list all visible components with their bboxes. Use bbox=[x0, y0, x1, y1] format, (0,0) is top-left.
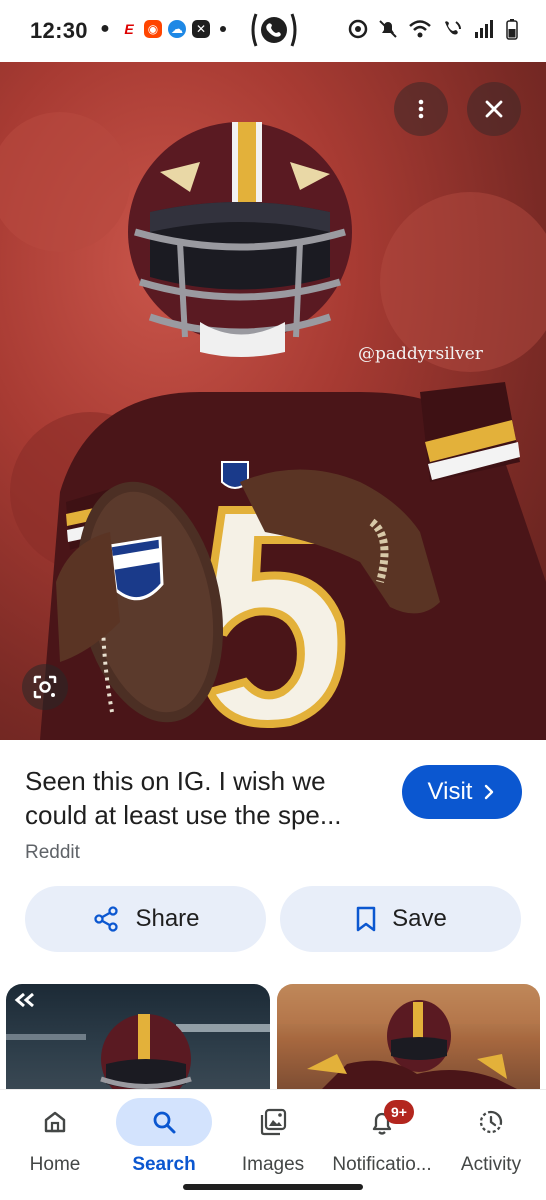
share-icon bbox=[94, 906, 119, 932]
data-saver-icon bbox=[348, 19, 368, 39]
nav-images-label: Images bbox=[241, 1154, 305, 1175]
nav-notifications[interactable]: 9+ Notificatio... bbox=[327, 1098, 437, 1190]
nav-notifications-icon-wrap: 9+ bbox=[334, 1098, 430, 1146]
wifi-calling-icon bbox=[445, 21, 461, 35]
nav-images-icon-wrap bbox=[225, 1098, 321, 1146]
espn-icon: E bbox=[124, 21, 134, 37]
bookmark-icon bbox=[356, 906, 376, 932]
nav-home-label: Home bbox=[29, 1154, 81, 1175]
nav-activity[interactable]: Activity bbox=[436, 1098, 546, 1190]
nav-activity-label: Activity bbox=[460, 1154, 522, 1175]
nav-notifications-label: Notificatio... bbox=[332, 1154, 432, 1175]
battery-icon bbox=[506, 19, 518, 40]
nav-search-icon-wrap bbox=[116, 1098, 212, 1146]
double-chevron-left-icon bbox=[14, 992, 34, 1008]
home-indicator[interactable] bbox=[183, 1184, 363, 1190]
status-time: 12:30 bbox=[30, 18, 88, 43]
images-icon bbox=[260, 1108, 287, 1136]
nav-search[interactable]: Search bbox=[109, 1098, 219, 1190]
lens-icon bbox=[33, 675, 57, 699]
football-player-photo bbox=[0, 112, 546, 740]
wifi-icon bbox=[409, 20, 431, 38]
cloud-icon: ☁ bbox=[168, 20, 186, 38]
visit-button[interactable]: Visit bbox=[402, 765, 522, 819]
search-icon bbox=[153, 1111, 176, 1134]
save-label: Save bbox=[392, 905, 447, 932]
chat-icon: ● bbox=[100, 20, 110, 37]
rewind-badge bbox=[12, 990, 38, 1010]
more-dot-icon bbox=[220, 26, 226, 32]
related-photo-2 bbox=[277, 984, 540, 1094]
lens-search-button[interactable] bbox=[22, 664, 68, 710]
home-icon bbox=[44, 1111, 66, 1133]
more-vert-icon bbox=[418, 99, 424, 119]
related-photo-1 bbox=[6, 1014, 270, 1094]
visit-label: Visit bbox=[427, 778, 473, 805]
save-button[interactable]: Save bbox=[280, 886, 521, 952]
system-status-icons bbox=[348, 18, 518, 40]
notification-badge: 9+ bbox=[384, 1100, 414, 1124]
share-button[interactable]: Share bbox=[25, 886, 266, 952]
related-image-1[interactable] bbox=[6, 984, 270, 1094]
reddit-icon: ◉ bbox=[144, 20, 162, 38]
nav-home-icon-wrap bbox=[7, 1098, 103, 1146]
result-image[interactable]: @paddyrsilver bbox=[0, 62, 546, 740]
nav-activity-icon-wrap bbox=[443, 1098, 539, 1146]
signal-icon bbox=[475, 20, 493, 38]
watermark-text: @paddyrsilver bbox=[358, 344, 483, 364]
nav-search-label: Search bbox=[132, 1154, 196, 1175]
result-title[interactable]: Seen this on IG. I wish we could at leas… bbox=[25, 764, 375, 832]
share-label: Share bbox=[135, 905, 200, 932]
nav-images[interactable]: Images bbox=[218, 1098, 328, 1190]
result-source: Reddit bbox=[25, 842, 80, 863]
status-bar: 12:30 ● E ◉ ☁ ✕ bbox=[0, 0, 546, 62]
notification-icons: ● E ◉ ☁ ✕ bbox=[96, 20, 226, 38]
call-active-icon bbox=[251, 13, 297, 47]
nav-home[interactable]: Home bbox=[0, 1098, 110, 1190]
mute-icon bbox=[379, 20, 397, 38]
activity-icon bbox=[479, 1110, 503, 1134]
related-image-2[interactable] bbox=[277, 984, 540, 1094]
close-icon bbox=[485, 100, 503, 118]
chevron-right-icon bbox=[485, 784, 494, 800]
close-button[interactable] bbox=[467, 82, 521, 136]
x-app-icon: ✕ bbox=[192, 20, 210, 38]
more-options-button[interactable] bbox=[394, 82, 448, 136]
